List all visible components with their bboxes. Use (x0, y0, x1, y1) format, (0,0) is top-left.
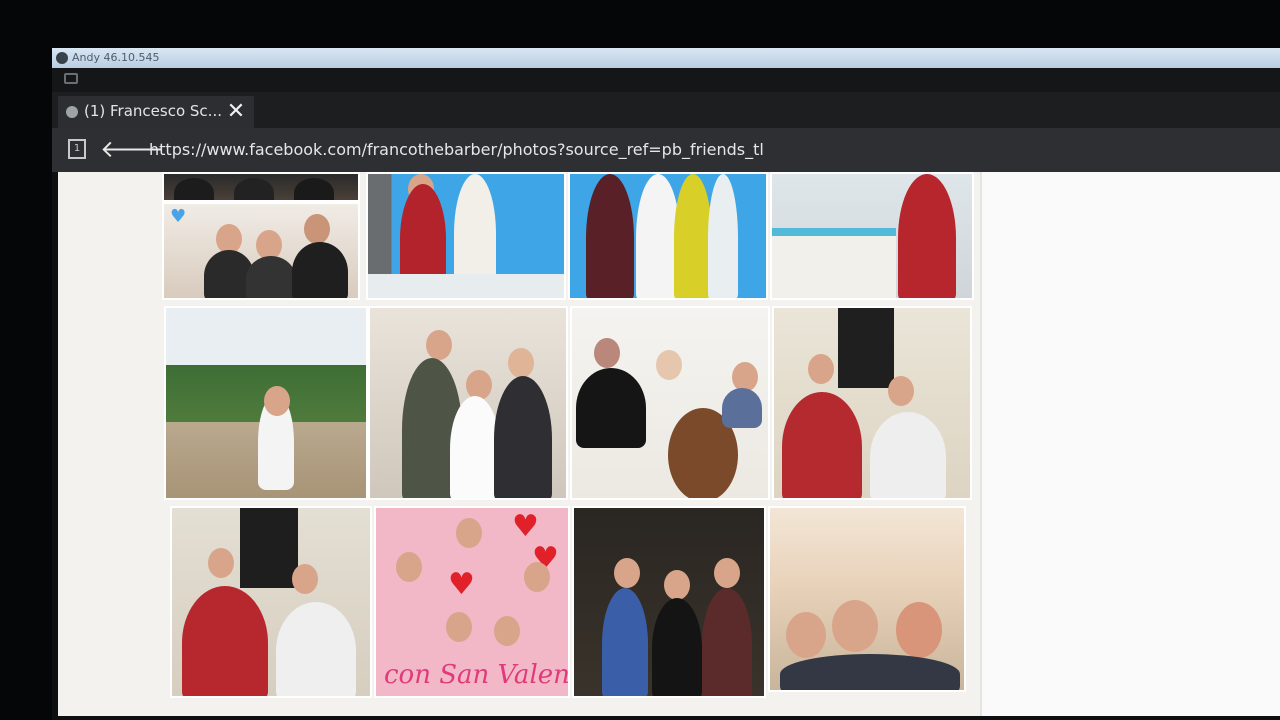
photo-grid: ♥ ♥ ♥ ♥ con San Valen (58, 172, 980, 716)
andy-app-icon (56, 52, 68, 64)
photo-tile[interactable] (572, 506, 766, 698)
photo-tile[interactable] (772, 306, 972, 500)
photo-tile[interactable] (568, 172, 768, 300)
tabs-counter: 1 (73, 143, 81, 154)
page-viewport: ♥ ♥ ♥ ♥ con San Valen (58, 172, 1280, 716)
address-bar: 1 🡐 https://www.facebook.com/francotheba… (52, 128, 1280, 172)
photo-tile[interactable]: ♥ ♥ ♥ con San Valentino (374, 506, 570, 698)
photo-tile[interactable] (570, 306, 770, 500)
back-arrow-icon[interactable]: 🡐 (100, 134, 164, 164)
globe-icon (66, 106, 78, 118)
browser-tab-strip: (1) Francesco Sc... ✕ (52, 92, 1280, 128)
android-status-bar (52, 68, 1280, 92)
heart-icon: ♥ (170, 206, 187, 227)
valentine-caption: con San Valentino (384, 660, 570, 690)
tabs-icon[interactable]: 1 (68, 139, 86, 159)
photo-tile[interactable] (162, 172, 360, 202)
close-icon[interactable]: ✕ (222, 98, 250, 126)
photo-tile[interactable] (170, 506, 372, 698)
emulator-title-bar: Andy 46.10.545 (52, 48, 1280, 68)
notification-icon[interactable] (64, 73, 78, 84)
photo-tile[interactable] (164, 306, 368, 500)
photo-tile[interactable] (770, 172, 974, 300)
photo-tile[interactable] (368, 306, 568, 500)
photo-tile[interactable] (366, 172, 566, 300)
photo-tile[interactable] (768, 506, 966, 692)
url-field[interactable]: https://www.facebook.com/francothebarber… (149, 140, 764, 159)
right-side-panel (980, 172, 1280, 716)
monitor-screen: Andy 46.10.545 (1) Francesco Sc... ✕ 1 🡐… (52, 48, 1280, 720)
photo-tile[interactable]: ♥ (162, 202, 360, 300)
tab-facebook[interactable]: (1) Francesco Sc... ✕ (58, 96, 254, 128)
window-title: Andy 46.10.545 (72, 51, 160, 64)
tab-title: (1) Francesco Sc... (84, 102, 222, 120)
